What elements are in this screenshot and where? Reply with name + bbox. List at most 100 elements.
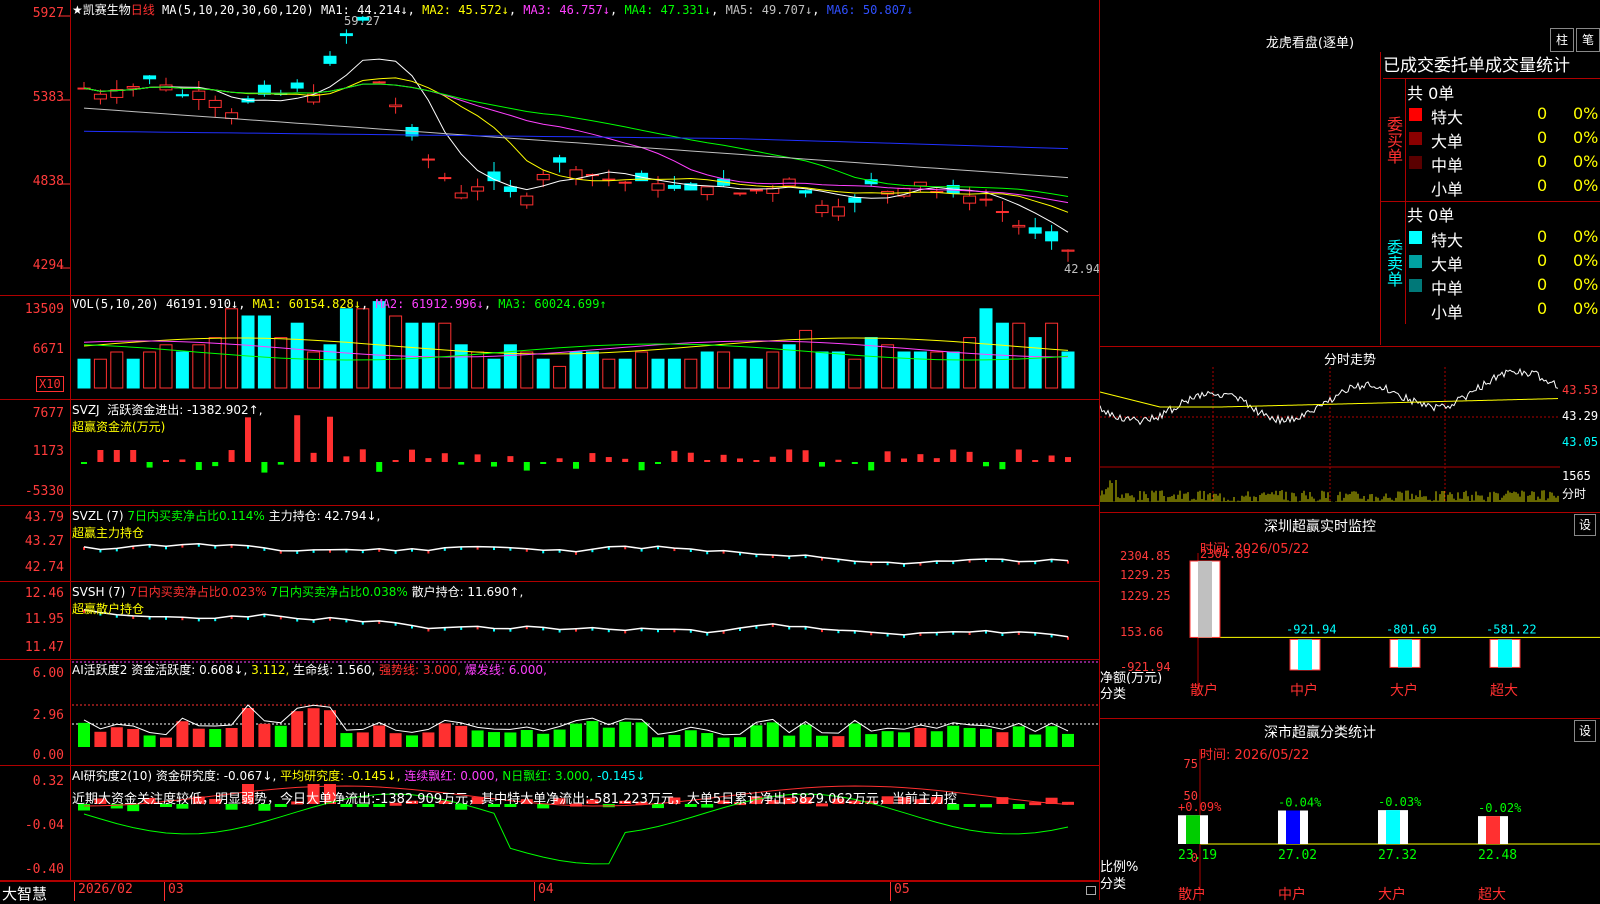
volume-bar xyxy=(421,322,435,389)
activity-bar xyxy=(930,731,943,747)
price-pane[interactable]: 5927 5383 4838 4294 ★凯赛生物日线 MA(5,10,20,3… xyxy=(0,0,1100,296)
ai-activity-pane[interactable]: 6.00 2.96 0.00 AI活跃度2 资金活跃度: 0.608↓, 3.1… xyxy=(0,660,1099,766)
flow-bar xyxy=(983,462,989,467)
candle xyxy=(553,157,567,163)
activity-bar xyxy=(1029,734,1042,747)
stock-name[interactable]: ★凯赛生物 xyxy=(72,3,131,17)
flow-bar xyxy=(277,462,284,465)
tick-mode-button[interactable]: 笔 xyxy=(1576,28,1600,52)
candle xyxy=(963,195,977,204)
candle xyxy=(192,90,206,100)
period-label[interactable]: 日线 xyxy=(131,3,155,17)
activity-bar xyxy=(570,723,582,747)
flow-bar xyxy=(491,462,497,467)
order-count: 0 xyxy=(1537,176,1548,195)
order-percent: 0% xyxy=(1573,251,1599,270)
flow-bar xyxy=(261,462,268,473)
lock-icon[interactable] xyxy=(1086,886,1096,895)
candle xyxy=(733,192,747,195)
volume-bar xyxy=(684,358,698,389)
ratio-bar-core xyxy=(1286,810,1300,844)
flow-bar xyxy=(343,456,350,462)
sell-total: 共 0单 xyxy=(1407,206,1455,225)
candle xyxy=(454,192,468,199)
volume-bar xyxy=(569,351,583,389)
candle xyxy=(93,93,107,100)
activity-bar xyxy=(963,727,976,747)
svzj-pane[interactable]: 7677 1173 -5330 SVZJ 活跃资金进出: -1382.902↑,… xyxy=(0,400,1099,506)
ai-res-label: AI研究度2(10) xyxy=(72,769,153,783)
volume-bar xyxy=(618,358,632,389)
volume-chart[interactable] xyxy=(0,296,1099,399)
bar-mode-button[interactable]: 柱 xyxy=(1550,28,1574,52)
order-type: 中单 xyxy=(1431,156,1464,175)
flow-bar xyxy=(835,459,842,462)
candle xyxy=(323,55,337,64)
volume-bar xyxy=(225,308,239,389)
flow-bar xyxy=(901,458,907,462)
activity-bar xyxy=(127,729,140,747)
volume-bar xyxy=(110,351,124,389)
volume-bar xyxy=(831,351,845,389)
activity-bar xyxy=(78,722,90,747)
candle xyxy=(651,183,665,191)
ai-research-pane[interactable]: 0.32 -0.04 -0.40 AI研究度2(10) 资金研究度: -0.06… xyxy=(0,766,1099,881)
vol-value: 46191.910↓ xyxy=(165,297,239,311)
activity-bar xyxy=(160,737,172,747)
candle xyxy=(979,198,993,201)
activity-bar xyxy=(242,707,254,747)
svzl-t1: 7日内买卖净占比0.114% xyxy=(127,509,265,523)
flow-bar xyxy=(999,462,1006,470)
flow-bar xyxy=(622,458,629,462)
order-type: 大单 xyxy=(1431,132,1464,151)
volume-bar xyxy=(208,337,222,389)
candle xyxy=(782,178,796,187)
candle xyxy=(1028,227,1042,234)
category-label: 超大 xyxy=(1490,683,1518,699)
ai-res-t2: 平均研究度: -0.145↓, xyxy=(280,769,401,783)
volume-bar xyxy=(897,351,911,389)
volume-pane[interactable]: 13509 6671 X10 VOL(5,10,20) 46191.910↓, … xyxy=(0,296,1099,400)
candle xyxy=(602,178,616,181)
activity-bar xyxy=(766,722,779,747)
flow-bar xyxy=(97,450,104,462)
candle xyxy=(175,94,189,97)
buy-side-label: 委买单 xyxy=(1381,79,1406,202)
activity-bar xyxy=(553,729,566,747)
activity-bar xyxy=(438,723,451,747)
flow-bar xyxy=(605,457,612,462)
activity-bar xyxy=(996,732,1009,747)
svzl-header: SVZL (7) 7日内买卖净占比0.114% 主力持仓: 42.794↓, 超… xyxy=(72,507,380,541)
svzl-sub: 超赢主力持仓 xyxy=(72,526,145,540)
flow-bar xyxy=(212,462,219,467)
candlestick-chart[interactable] xyxy=(0,0,1099,295)
vol-ma1: MA1: 60154.828↓ xyxy=(252,297,362,311)
svzj-title: 活跃资金进出: -1382.902↑, xyxy=(107,403,263,417)
flow-bar xyxy=(392,460,399,462)
activity-bar xyxy=(816,735,828,747)
activity-bar xyxy=(520,730,533,747)
svzj-header: SVZJ 活跃资金进出: -1382.902↑, 超赢资金流(万元) xyxy=(72,401,263,435)
svsh-pane[interactable]: 12.46 11.95 11.47 SVSH (7) 7日内买卖净占比0.023… xyxy=(0,582,1099,660)
ai-res-header: AI研究度2(10) 资金研究度: -0.067↓, 平均研究度: -0.145… xyxy=(72,767,646,784)
flow-bar xyxy=(655,462,661,464)
intraday-chart[interactable] xyxy=(1100,347,1600,512)
order-count: 0 xyxy=(1537,275,1548,294)
ratio-value-label: 23.19 xyxy=(1178,848,1217,863)
order-row: 特大 0 0% xyxy=(1407,103,1600,127)
intraday-panel[interactable]: 分时走势 43.53 43.29 43.05 1565 分时 xyxy=(1100,346,1600,512)
ma4-value: MA4: 47.331↓ xyxy=(624,3,712,17)
activity-bar xyxy=(258,723,271,747)
activity-bar xyxy=(209,729,222,747)
candle xyxy=(290,82,304,89)
vol-label: VOL(5,10,20) xyxy=(72,297,159,311)
activity-bar xyxy=(143,735,156,747)
candle xyxy=(471,186,485,192)
activity-bar xyxy=(274,725,287,747)
order-count: 0 xyxy=(1537,128,1548,147)
svzl-pane[interactable]: 43.79 43.27 42.74 SVZL (7) 7日内买卖净占比0.114… xyxy=(0,506,1099,582)
candle xyxy=(225,112,239,120)
volume-bar xyxy=(651,358,665,389)
net-amount-bar-core xyxy=(1198,561,1212,638)
activity-bar xyxy=(1012,726,1025,747)
